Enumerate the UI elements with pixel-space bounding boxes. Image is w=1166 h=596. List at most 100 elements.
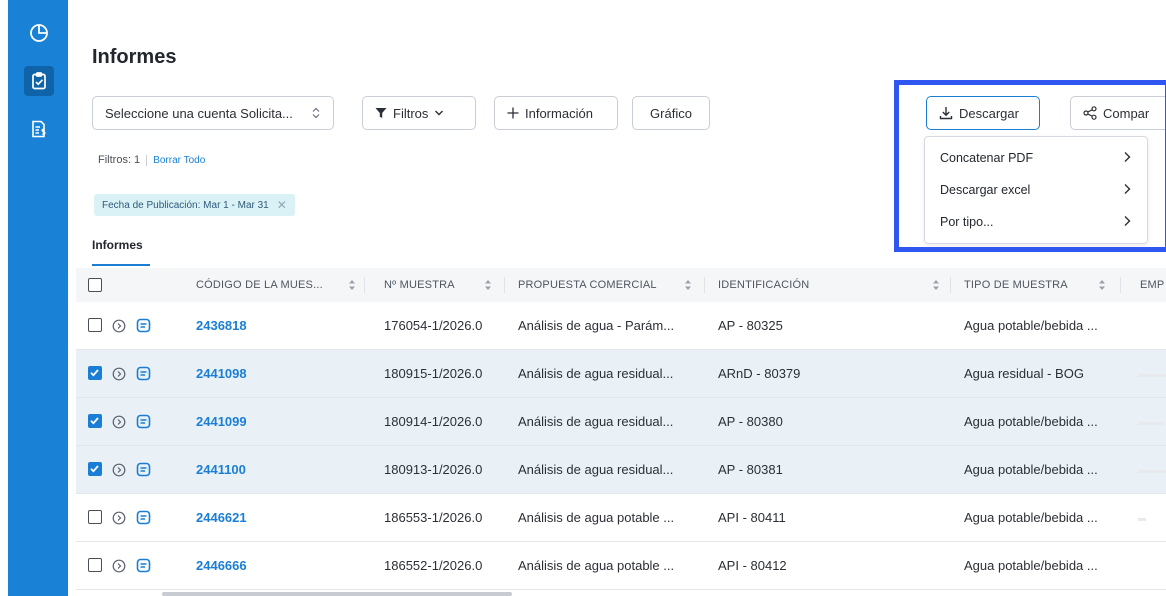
document-icon[interactable]: [136, 318, 151, 333]
commercial-proposal: Análisis de agua residual...: [518, 366, 674, 381]
sample-code-link[interactable]: 2446621: [196, 494, 247, 541]
sample-type: Agua potable/bebida ...: [964, 462, 1098, 477]
select-all-checkbox[interactable]: [88, 278, 102, 292]
sort-icon[interactable]: [932, 278, 940, 292]
page-title: Informes: [92, 46, 177, 68]
date-filter-chip-label: Fecha de Publicación: Mar 1 - Mar 31: [102, 199, 269, 211]
document-icon[interactable]: [136, 510, 151, 525]
column-header-emp[interactable]: EMP: [1140, 268, 1164, 302]
column-header-proposal[interactable]: PROPUESTA COMERCIAL: [518, 268, 657, 302]
clear-all-link[interactable]: Borrar Todo: [153, 155, 205, 166]
table-row[interactable]: 2446621 186553-1/2026.0 Análisis de agua p…: [76, 494, 1166, 542]
add-info-label: Información: [525, 105, 593, 121]
expand-circle-icon[interactable]: [112, 319, 126, 333]
table-row[interactable]: 2446666 186552-1/2026.0 Análisis de agua p…: [76, 542, 1166, 590]
sample-type: Agua potable/bebida ...: [964, 414, 1098, 429]
divider: [146, 154, 148, 166]
commercial-proposal: Análisis de agua potable ...: [518, 558, 675, 573]
identification: AP - 80381: [718, 462, 783, 477]
document-icon[interactable]: [136, 366, 151, 381]
identification: AP - 80325: [718, 318, 783, 333]
row-checkbox[interactable]: [88, 318, 102, 332]
divider: [364, 277, 365, 293]
sort-icon[interactable]: [684, 278, 692, 292]
sample-type: Agua potable/bebida ...: [964, 558, 1098, 573]
sample-type: Agua residual - BOG: [964, 366, 1084, 381]
sample-code-link[interactable]: 2436818: [196, 302, 247, 349]
row-checkbox[interactable]: [88, 462, 102, 476]
redacted-value: [1138, 374, 1166, 377]
sample-number: 180915-1/2026.0: [384, 366, 483, 381]
expand-circle-icon[interactable]: [112, 415, 126, 429]
divider: [704, 277, 705, 293]
chart-button-label: Gráfico: [650, 105, 692, 121]
redacted-value: [1138, 518, 1146, 521]
sample-code-link[interactable]: 2441099: [196, 398, 247, 445]
tab-underline: [92, 264, 150, 266]
clipboard-check-icon[interactable]: [24, 66, 54, 96]
table-row[interactable]: 2436818 176054-1/2026.0 Análisis de agua -…: [76, 302, 1166, 350]
table-header: CÓDIGO DE LA MUES... Nº MUESTRA PROPUEST…: [76, 268, 1166, 302]
check-icon: [90, 417, 99, 425]
row-checkbox[interactable]: [88, 414, 102, 428]
identification: API - 80411: [718, 510, 786, 525]
divider: [950, 277, 951, 293]
sort-icon[interactable]: [1098, 278, 1106, 292]
document-icon[interactable]: [136, 558, 151, 573]
filters-count: Filtros: 1: [98, 154, 141, 166]
filter-icon: [375, 108, 387, 118]
divider: [504, 277, 505, 293]
document-icon[interactable]: [136, 462, 151, 477]
column-header-identification[interactable]: IDENTIFICACIÓN: [718, 268, 809, 302]
sample-code-link[interactable]: 2446666: [196, 542, 247, 589]
sample-code-link[interactable]: 2441100: [196, 446, 246, 493]
table-row[interactable]: 2441098 180915-1/2026.0 Análisis de agua r…: [76, 350, 1166, 398]
check-icon: [90, 465, 99, 473]
commercial-proposal: Análisis de agua residual...: [518, 414, 674, 429]
horizontal-scrollbar[interactable]: [162, 592, 512, 596]
identification: AP - 80380: [718, 414, 783, 429]
column-header-type[interactable]: TIPO DE MUESTRA: [964, 268, 1068, 302]
close-icon[interactable]: ✕: [277, 198, 287, 212]
add-info-button[interactable]: Información: [494, 96, 618, 130]
column-header-sample[interactable]: Nº MUESTRA: [384, 268, 455, 302]
filters-button-label: Filtros: [393, 105, 429, 121]
check-icon: [90, 369, 99, 377]
sample-type: Agua potable/bebida ...: [964, 318, 1098, 333]
expand-circle-icon[interactable]: [112, 559, 126, 573]
filters-button[interactable]: Filtros: [362, 96, 476, 130]
sample-number: 186552-1/2026.0: [384, 558, 483, 573]
commercial-proposal: Análisis de agua - Parám...: [518, 318, 675, 333]
account-select[interactable]: Seleccione una cuenta Solicita...: [92, 96, 334, 130]
expand-circle-icon[interactable]: [112, 367, 126, 381]
chevron-down-icon: [435, 110, 444, 116]
highlight-box: [894, 80, 1166, 252]
chart-button[interactable]: Gráfico: [632, 96, 710, 130]
row-checkbox[interactable]: [88, 510, 102, 524]
row-checkbox[interactable]: [88, 366, 102, 380]
table-row[interactable]: 2441099 180914-1/2026.0 Análisis de agua r…: [76, 398, 1166, 446]
expand-circle-icon[interactable]: [112, 463, 126, 477]
sample-code-link[interactable]: 2441098: [196, 350, 247, 397]
column-header-code[interactable]: CÓDIGO DE LA MUES...: [196, 268, 323, 302]
expand-circle-icon[interactable]: [112, 511, 126, 525]
identification: API - 80412: [718, 558, 787, 573]
commercial-proposal: Análisis de agua potable ...: [518, 510, 675, 525]
plus-icon: [507, 107, 519, 119]
sample-number: 176054-1/2026.0: [384, 318, 483, 333]
date-filter-chip: Fecha de Publicación: Mar 1 - Mar 31 ✕: [94, 194, 295, 216]
row-checkbox[interactable]: [88, 558, 102, 572]
commercial-proposal: Análisis de agua residual...: [518, 462, 674, 477]
dashboard-icon[interactable]: [28, 22, 50, 44]
divider: [1120, 277, 1121, 293]
document-icon[interactable]: [136, 414, 151, 429]
invoice-icon[interactable]: [28, 118, 50, 140]
account-select-value: Seleccione una cuenta Solicita...: [105, 105, 293, 121]
table-row[interactable]: 2441100 180913-1/2026.0 Análisis de agua r…: [76, 446, 1166, 494]
updown-chevron-icon: [312, 107, 320, 119]
tab-informes[interactable]: Informes: [92, 238, 143, 252]
redacted-value: [1138, 422, 1164, 425]
sample-number: 180914-1/2026.0: [384, 414, 483, 429]
sort-icon[interactable]: [348, 278, 356, 292]
sort-icon[interactable]: [484, 278, 492, 292]
